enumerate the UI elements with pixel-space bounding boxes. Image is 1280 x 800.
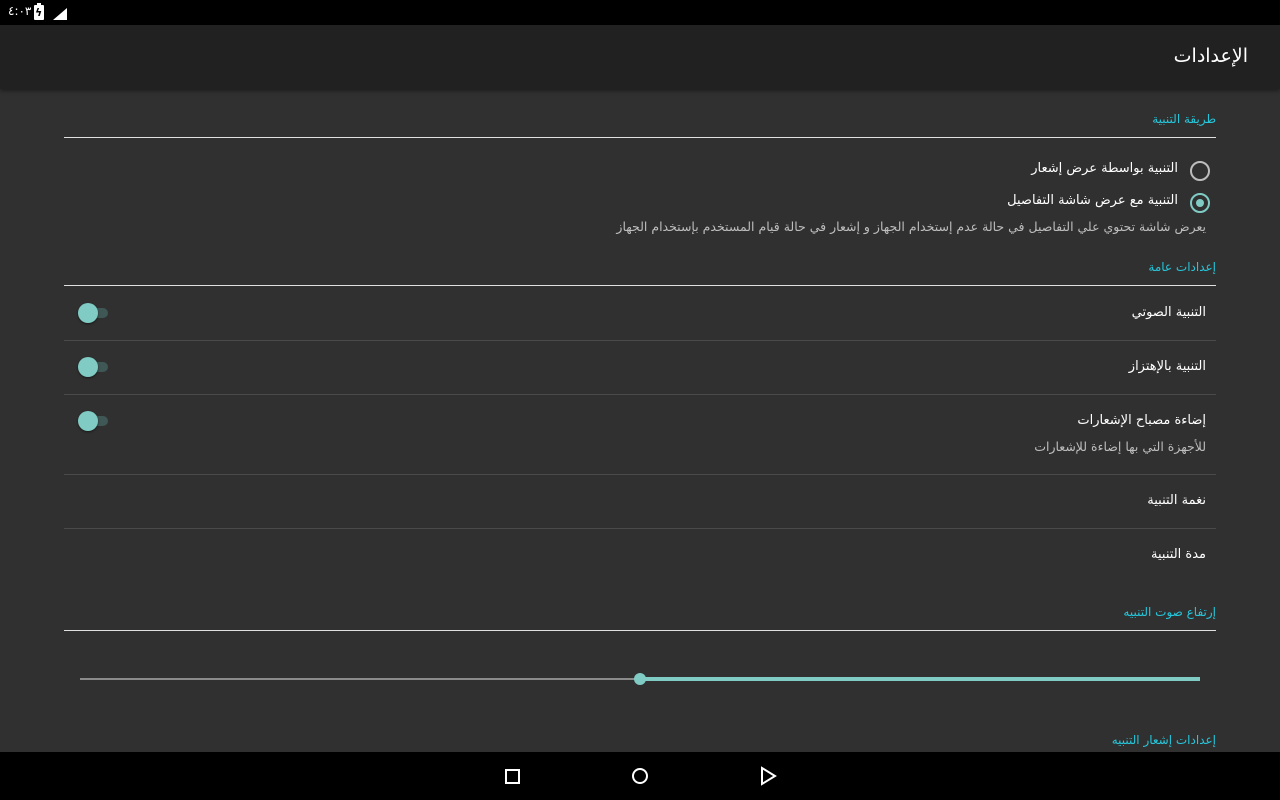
slider-fill [640,677,1200,681]
radio-label: التنبية بواسطة عرض إشعار [1031,161,1178,176]
notification-light-title[interactable]: إضاءة مصباح الإشعارات [1077,413,1206,428]
category-volume: إرتفاع صوت التنبيه [1123,605,1216,619]
notification-light-switch[interactable] [78,411,110,431]
notification-light-summary: للأجهزة التي بها إضاءة للإشعارات [1034,439,1206,454]
sound-alert-switch[interactable] [78,303,110,323]
alert-duration-title[interactable]: مدة التنبية [1151,547,1206,562]
ringtone-title[interactable]: نغمة التنبية [1147,493,1206,508]
vibrate-alert-title[interactable]: التنبية بالإهتزاز [1129,359,1206,374]
recents-square-icon [505,769,520,784]
page-title: الإعدادات [1173,45,1248,67]
battery-charging-icon: ϟ [34,3,44,20]
sound-alert-title[interactable]: التنبية الصوتي [1132,305,1206,320]
radio-button-selected[interactable] [1190,193,1210,213]
radio-button[interactable] [1190,161,1210,181]
row-divider [64,394,1216,395]
row-divider [64,528,1216,529]
alert-method-summary: يعرض شاشة تحتوي علي التفاصيل في حالة عدم… [616,219,1206,234]
radio-option-details-screen[interactable]: التنبية مع عرض شاشة التفاصيل [610,191,1210,219]
slider-thumb[interactable] [634,673,646,685]
category-divider [64,137,1216,138]
status-time: ٤:٠٣ [8,4,32,18]
recents-button[interactable] [488,752,536,800]
category-divider [64,630,1216,631]
slider-track [80,678,640,680]
back-button[interactable] [744,752,792,800]
settings-list[interactable]: طريقة التنبية التنبية بواسطة عرض إشعار ا… [0,89,1280,752]
volume-slider[interactable] [80,669,1200,689]
signal-icon [53,8,67,20]
radio-label: التنبية مع عرض شاشة التفاصيل [1007,193,1178,208]
app-bar: الإعدادات [0,25,1280,89]
category-alert-method: طريقة التنبية [1152,112,1216,126]
vibrate-alert-switch[interactable] [78,357,110,377]
status-bar: ٤:٠٣ ϟ [0,0,1280,25]
category-general: إعدادات عامة [1148,260,1216,274]
row-divider [64,474,1216,475]
home-button[interactable] [616,752,664,800]
home-circle-icon [632,768,648,784]
category-notification: إعدادات إشعار التنبيه [1111,733,1216,747]
category-divider [64,285,1216,286]
back-triangle-icon [761,766,777,786]
row-divider [64,340,1216,341]
radio-option-notification[interactable]: التنبية بواسطة عرض إشعار [610,159,1210,187]
navigation-bar [0,752,1280,800]
